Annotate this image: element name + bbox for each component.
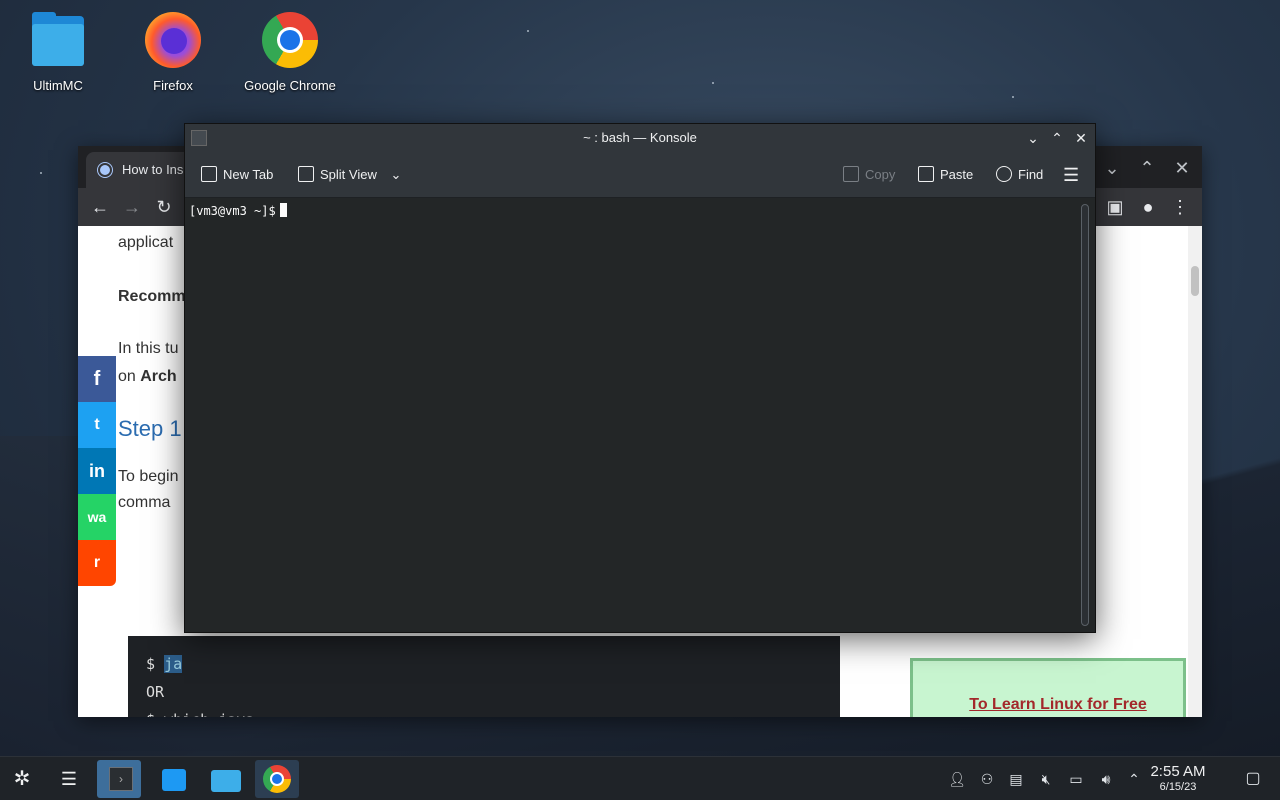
konsole-titlebar: ~ : bash — Konsole ⌄ ⌃ ✕ bbox=[185, 124, 1095, 152]
page-text: To begin bbox=[118, 468, 179, 485]
star bbox=[527, 30, 529, 32]
code-line: OR bbox=[146, 683, 165, 701]
folder-icon bbox=[211, 770, 241, 792]
copy-button[interactable]: Copy bbox=[843, 165, 895, 185]
network-icon[interactable]: ▭ bbox=[1066, 769, 1086, 789]
code-block: $ ja OR $ which java bbox=[128, 636, 840, 717]
mute-icon[interactable]: 🔇︎ bbox=[1036, 769, 1056, 789]
copy-icon bbox=[843, 166, 859, 182]
desktop-icon-google-chrome[interactable]: Google Chrome bbox=[240, 8, 340, 93]
reload-icon[interactable]: ↻ bbox=[152, 195, 176, 219]
close-icon[interactable]: ✕ bbox=[1168, 154, 1196, 182]
desktop-icon-label: Google Chrome bbox=[244, 78, 336, 93]
profile-avatar-icon[interactable]: ● bbox=[1136, 195, 1160, 219]
minimize-icon[interactable]: ⌄ bbox=[1098, 154, 1126, 182]
find-label: Find bbox=[1018, 167, 1044, 182]
code-prompt: $ bbox=[146, 655, 165, 673]
settings-sliders-icon[interactable]: ☰ bbox=[47, 760, 91, 798]
window-title: ~ : bash — Konsole bbox=[583, 130, 697, 145]
terminal-area[interactable]: [vm3@vm3 ~]$ bbox=[185, 199, 1077, 632]
paste-label: Paste bbox=[940, 167, 974, 182]
page-text-bold: Arch bbox=[140, 368, 177, 385]
chrome-icon bbox=[263, 765, 291, 793]
star bbox=[1012, 96, 1014, 98]
split-view-button[interactable]: Split View ⌄ bbox=[298, 165, 401, 185]
sidebar-promo-box: To Learn Linux for Free [with Examples] bbox=[910, 658, 1186, 717]
maximize-icon[interactable]: ⌃ bbox=[1133, 154, 1161, 182]
star bbox=[40, 172, 42, 174]
tab-title: How to Ins bbox=[122, 162, 184, 177]
minimize-icon[interactable]: ⌄ bbox=[1021, 124, 1045, 152]
hamburger-menu-icon[interactable]: ☰ bbox=[1063, 165, 1079, 185]
split-view-label: Split View bbox=[320, 167, 377, 182]
konsole-toolbar: New Tab Split View ⌄ Copy Paste Find ☰ bbox=[185, 152, 1095, 198]
page-text-prefix: on bbox=[118, 368, 141, 385]
clock-time[interactable]: 2:55 AM bbox=[1138, 763, 1218, 780]
store-bag-icon bbox=[162, 769, 186, 791]
terminal-scrollbar[interactable] bbox=[1081, 204, 1089, 626]
page-text: comma bbox=[118, 494, 171, 511]
promo-link[interactable]: To Learn Linux for Free [with Examples] bbox=[953, 691, 1163, 717]
code-line: $ which java bbox=[146, 706, 822, 717]
desktop-icon-ultimmc[interactable]: UltimMC bbox=[8, 8, 108, 93]
paste-icon bbox=[918, 166, 934, 182]
desktop-icon-firefox[interactable]: Firefox bbox=[123, 8, 223, 93]
star bbox=[712, 82, 714, 84]
new-tab-button[interactable]: New Tab bbox=[201, 165, 273, 185]
paste-button[interactable]: Paste bbox=[918, 165, 973, 185]
terminal-prompt: [vm3@vm3 ~]$ bbox=[189, 204, 276, 218]
code-line: $ ja bbox=[146, 650, 822, 678]
page-text: on Arch bbox=[118, 368, 177, 386]
code-highlight: ja bbox=[164, 655, 183, 673]
konsole-window: ~ : bash — Konsole ⌄ ⌃ ✕ New Tab Split V… bbox=[184, 123, 1096, 633]
taskbar-konsole-item[interactable]: › bbox=[97, 760, 141, 798]
favicon-icon bbox=[98, 163, 112, 177]
chevron-down-icon[interactable]: ⌄ bbox=[390, 167, 401, 182]
clipboard-icon[interactable]: ▤ bbox=[1006, 769, 1026, 789]
clock-date[interactable]: 6/15/23 bbox=[1138, 781, 1218, 793]
page-text: applicat bbox=[118, 234, 174, 251]
forward-arrow-icon[interactable]: → bbox=[120, 195, 144, 219]
scrollbar[interactable] bbox=[1188, 226, 1202, 717]
copy-label: Copy bbox=[865, 167, 896, 182]
search-icon bbox=[996, 166, 1012, 182]
folder-icon bbox=[26, 8, 90, 72]
scrollbar-thumb[interactable] bbox=[1191, 266, 1199, 296]
reddit-share-icon[interactable]: r bbox=[78, 540, 116, 586]
user-icon[interactable]: 👤︎ bbox=[947, 769, 967, 789]
page-text: Recomm bbox=[118, 288, 186, 305]
taskbar-chrome-item[interactable] bbox=[255, 760, 299, 798]
taskbar-discover-item[interactable] bbox=[151, 760, 195, 798]
chrome-icon bbox=[258, 8, 322, 72]
desktop-icon-label: Firefox bbox=[153, 78, 193, 93]
sidepanel-icon[interactable]: ▣ bbox=[1103, 195, 1127, 219]
konsole-icon: › bbox=[109, 767, 133, 791]
new-tab-icon bbox=[201, 166, 217, 182]
page-text: In this tu bbox=[118, 340, 179, 357]
page-heading: Step 1 bbox=[118, 416, 182, 441]
back-arrow-icon[interactable]: ← bbox=[88, 195, 112, 219]
application-launcher-icon[interactable]: ✲ bbox=[0, 760, 44, 798]
taskbar-files-item[interactable] bbox=[203, 760, 247, 798]
linkedin-share-icon[interactable]: in bbox=[78, 448, 116, 494]
facebook-share-icon[interactable]: f bbox=[78, 356, 116, 402]
whatsapp-share-icon[interactable]: wa bbox=[78, 494, 116, 540]
twitter-share-icon[interactable]: t bbox=[78, 402, 116, 448]
desktop-icon-label: UltimMC bbox=[33, 78, 83, 93]
find-button[interactable]: Find bbox=[996, 165, 1043, 185]
volume-icon[interactable]: 🔊︎ bbox=[1096, 769, 1116, 789]
maximize-icon[interactable]: ⌃ bbox=[1045, 124, 1069, 152]
split-view-icon bbox=[298, 166, 314, 182]
terminal-cursor bbox=[279, 203, 287, 217]
close-icon[interactable]: ✕ bbox=[1069, 124, 1093, 152]
new-tab-label: New Tab bbox=[223, 167, 274, 182]
taskbar: ✲ ☰ › 👤︎ ⚇ ▤ 🔇︎ ▭ 🔊︎ ⌃ 2:55 AM 6/15/23 ▢ bbox=[0, 756, 1280, 800]
show-desktop-icon[interactable]: ▢ bbox=[1243, 769, 1263, 789]
firefox-icon bbox=[141, 8, 205, 72]
user-switch-icon[interactable]: ⚇ bbox=[977, 769, 997, 789]
menu-kebab-icon[interactable]: ⋮ bbox=[1168, 195, 1192, 219]
konsole-app-icon[interactable] bbox=[191, 130, 207, 146]
